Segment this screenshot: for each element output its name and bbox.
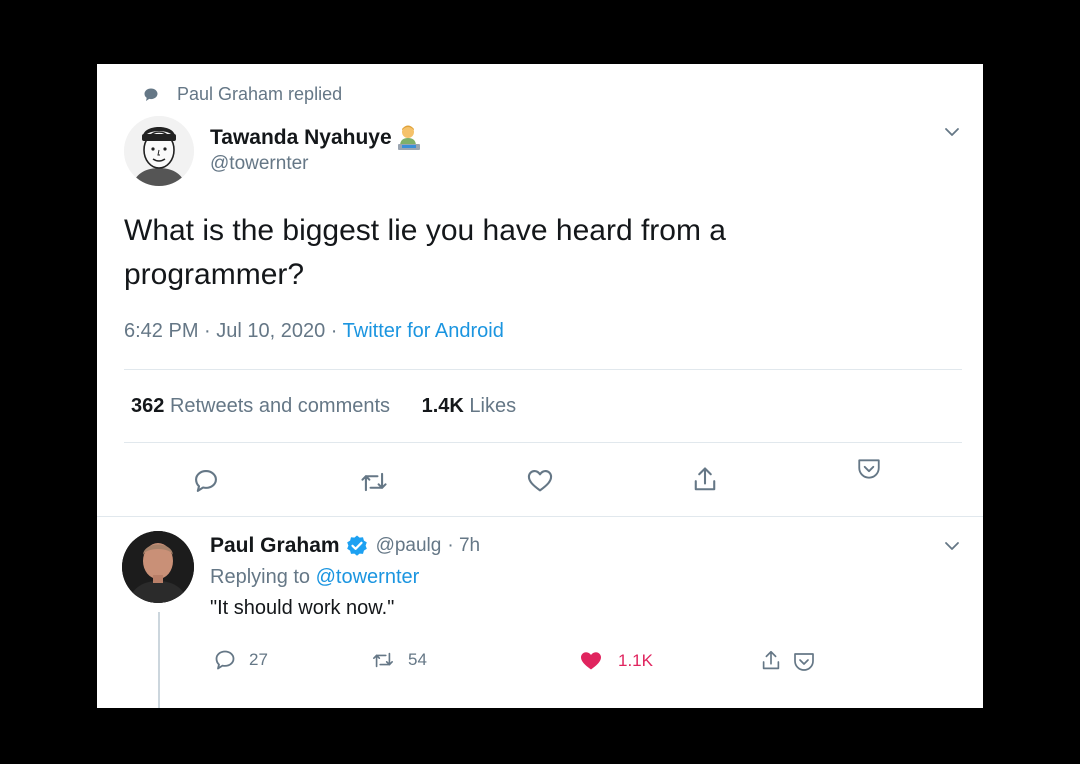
reply-icon: [215, 650, 235, 670]
tweet-source[interactable]: Twitter for Android: [343, 320, 504, 342]
heart-icon[interactable]: [525, 467, 555, 495]
replying-to-prefix: Replying to: [210, 566, 316, 588]
cartoon-avatar-icon: [124, 116, 194, 186]
author-name-row: Tawanda Nyahuye: [210, 124, 424, 152]
reply-count: 27: [249, 650, 268, 669]
divider: [124, 442, 962, 443]
retweets-count: 362: [131, 395, 165, 417]
replying-to-handle[interactable]: @towernter: [316, 566, 420, 588]
retweet-icon: [373, 652, 393, 668]
retweets-stat[interactable]: 362 Retweets and comments: [131, 395, 390, 417]
verified-badge-icon: [346, 535, 367, 556]
retweets-label: Retweets and comments: [169, 395, 391, 417]
likes-count: 1.4K: [421, 395, 464, 417]
heart-icon: [581, 652, 601, 670]
laptop-person-emoji-icon: [397, 125, 420, 150]
reply-action-like[interactable]: 1.1K: [578, 649, 653, 673]
reply-author-name[interactable]: Paul Graham: [210, 534, 340, 558]
tweet-meta: 6:42 PM · Jul 10, 2020 · Twitter for And…: [124, 320, 504, 343]
divider: [97, 516, 983, 517]
reply-retweet-count: 54: [408, 650, 427, 669]
chevron-down-icon[interactable]: [942, 536, 962, 556]
reply-icon[interactable]: [192, 467, 220, 495]
pocket-icon[interactable]: [792, 651, 816, 673]
tweet-text: What is the biggest lie you have heard f…: [124, 214, 726, 291]
tweet-card: Paul Graham replied Tawanda Nyahuye @tow…: [97, 64, 983, 708]
reply-author-row: Paul Graham @paulg · 7h: [210, 534, 480, 558]
pocket-icon[interactable]: [856, 457, 882, 481]
author-name[interactable]: Tawanda Nyahuye: [210, 126, 392, 150]
divider: [124, 369, 962, 370]
photo-avatar-icon: [122, 531, 194, 603]
tweet-timestamp[interactable]: 6:42 PM · Jul 10, 2020 ·: [124, 320, 343, 342]
social-context: Paul Graham replied: [144, 84, 343, 105]
tweet-stats: 362 Retweets and comments 1.4K Likes: [131, 395, 516, 418]
avatar[interactable]: [124, 116, 194, 186]
share-icon[interactable]: [759, 649, 783, 673]
speech-bubble-icon: [144, 88, 158, 101]
reply-time[interactable]: · 7h: [447, 535, 480, 557]
reply-text: "It should work now.": [210, 597, 395, 619]
reply-action-retweet[interactable]: 54: [370, 649, 427, 671]
author-handle[interactable]: @towernter: [210, 153, 309, 175]
chevron-down-icon[interactable]: [942, 122, 962, 142]
reply-like-count: 1.1K: [618, 651, 653, 670]
share-icon[interactable]: [691, 465, 719, 495]
thread-line: [158, 612, 160, 708]
likes-label: Likes: [469, 395, 517, 417]
likes-stat[interactable]: 1.4K Likes: [422, 395, 517, 417]
reply-avatar[interactable]: [122, 531, 194, 603]
retweet-icon[interactable]: [359, 468, 389, 496]
reply-action-reply[interactable]: 27: [213, 648, 268, 672]
replying-to: Replying to @towernter: [210, 566, 419, 589]
social-context-text: Paul Graham replied: [177, 84, 343, 104]
reply-author-handle[interactable]: @paulg: [376, 535, 442, 557]
